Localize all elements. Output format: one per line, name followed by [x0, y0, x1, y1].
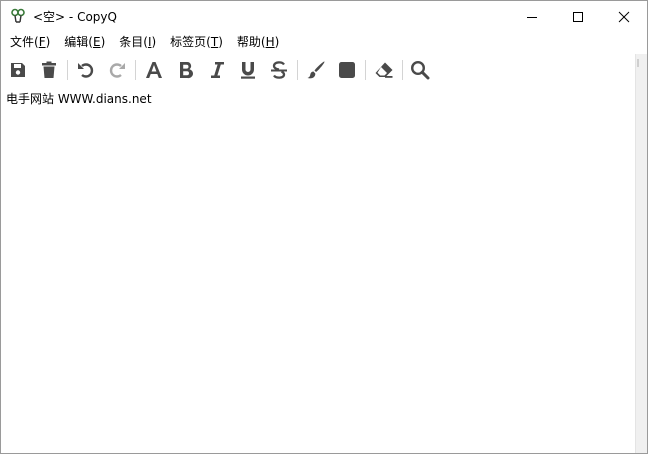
brush-icon [307, 61, 325, 79]
menu-bar: 文件(F) 编辑(E) 条目(I) 标签页(T) 帮助(H) [1, 32, 647, 52]
maximize-icon [573, 11, 583, 22]
toolbar-separator [67, 60, 68, 80]
menu-item[interactable]: 条目(I) [112, 32, 163, 52]
search-button[interactable] [408, 58, 432, 82]
underline-icon [241, 62, 255, 79]
toolbar-separator [402, 60, 403, 80]
close-button[interactable] [601, 1, 647, 32]
toolbar-separator [365, 60, 366, 80]
menu-help[interactable]: 帮助(H) [230, 32, 286, 52]
strikethrough-button[interactable] [267, 58, 291, 82]
search-icon [410, 60, 430, 80]
minimize-button[interactable] [509, 1, 555, 32]
font-button[interactable] [142, 58, 166, 82]
text-color-button[interactable] [304, 58, 328, 82]
font-icon [146, 62, 162, 78]
bold-icon [180, 61, 194, 79]
menu-tabs[interactable]: 标签页(T) [163, 32, 230, 52]
color-square-icon [339, 62, 355, 78]
strikethrough-icon [271, 61, 287, 79]
toolbar-separator [297, 60, 298, 80]
save-icon [11, 63, 25, 77]
vertical-scrollbar[interactable] [635, 54, 647, 453]
underline-button[interactable] [236, 58, 260, 82]
scrollbar-grip [637, 59, 639, 67]
save-button[interactable] [6, 58, 30, 82]
redo-button[interactable] [105, 58, 129, 82]
editor-toolbar [1, 54, 635, 86]
trash-icon [42, 61, 56, 78]
title-bar[interactable]: <空> - CopyQ [1, 1, 647, 32]
editor-content[interactable]: 电手网站 WWW.dians.net [6, 91, 152, 107]
minimize-icon [527, 16, 537, 18]
eraser-icon [375, 62, 393, 78]
menu-edit[interactable]: 编辑(E) [57, 32, 112, 52]
undo-icon [78, 63, 94, 78]
toolbar-separator [135, 60, 136, 80]
text-editor[interactable]: 电手网站 WWW.dians.net [1, 87, 635, 453]
window-title: <空> - CopyQ [33, 10, 117, 24]
menu-file[interactable]: 文件(F) [3, 32, 57, 52]
italic-button[interactable] [205, 58, 229, 82]
background-color-button[interactable] [335, 58, 359, 82]
delete-button[interactable] [37, 58, 61, 82]
copyq-app-icon [10, 8, 26, 24]
undo-button[interactable] [74, 58, 98, 82]
erase-style-button[interactable] [372, 58, 396, 82]
bold-button[interactable] [174, 58, 198, 82]
close-icon [618, 11, 630, 22]
maximize-button[interactable] [555, 1, 601, 32]
copyq-window: <空> - CopyQ 文件(F) 编辑(E) 条目(I) 标签页(T) 帮助(… [0, 0, 648, 454]
redo-icon [109, 63, 125, 78]
italic-icon [211, 62, 224, 78]
